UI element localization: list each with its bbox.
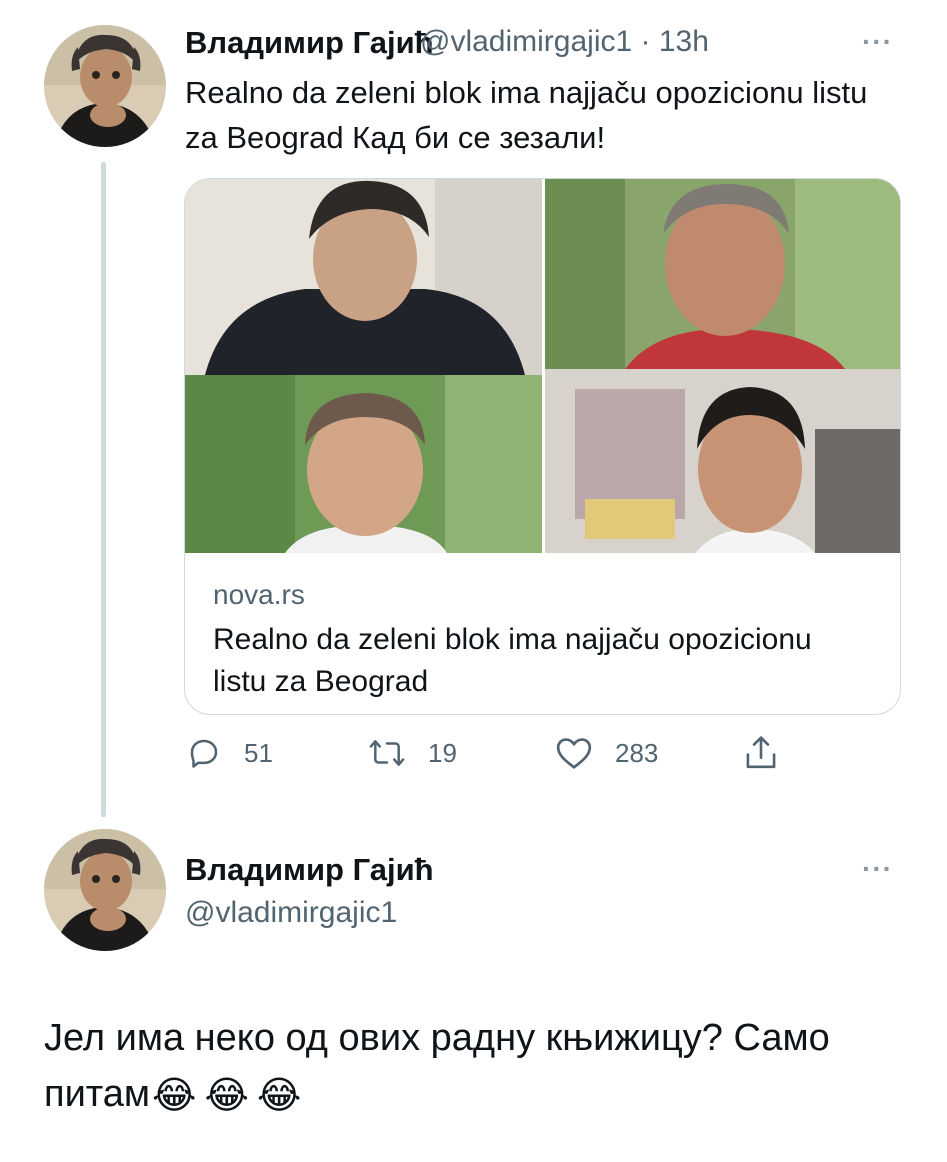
retweet-icon <box>369 740 405 766</box>
reply-count: 51 <box>244 737 273 768</box>
author-name[interactable]: Владимир Гајић <box>185 25 434 61</box>
retweet-count: 19 <box>428 737 457 768</box>
card-image-person-4 <box>545 369 900 553</box>
author-handle-time[interactable]: @vladimirgajic1 · 13h <box>420 25 709 59</box>
tears-of-joy-emoji: 😂 <box>204 1074 249 1117</box>
reply-author-avatar[interactable] <box>44 829 166 951</box>
tweet-text: Realno da zeleni blok ima najjaču opozic… <box>185 75 868 155</box>
share-icon <box>746 736 776 769</box>
retweet-button[interactable]: 19 <box>368 735 457 771</box>
thread-connector-line <box>101 162 106 817</box>
reply-button[interactable]: 51 <box>186 735 273 771</box>
card-image-person-1 <box>185 179 542 375</box>
like-count: 283 <box>615 737 659 768</box>
reply-author-name[interactable]: Владимир Гајић <box>185 852 434 888</box>
more-horizontal-icon[interactable]: ··· <box>862 853 893 885</box>
reply-icon <box>190 739 218 768</box>
card-image-grid <box>185 179 900 553</box>
like-button[interactable]: 283 <box>555 735 658 771</box>
tears-of-joy-emoji: 😂 <box>152 1074 197 1117</box>
card-image-person-3 <box>185 375 542 553</box>
author-avatar[interactable] <box>44 25 166 147</box>
card-image-person-2 <box>545 179 900 369</box>
share-button[interactable] <box>742 733 780 778</box>
tears-of-joy-emoji: 😂 <box>256 1074 302 1117</box>
card-domain: nova.rs <box>213 579 305 610</box>
link-preview-card[interactable]: nova.rs Realno da zeleni blok ima najjač… <box>184 178 901 715</box>
reply-tweet-text: Јел има неко од ових радну књижицу? Само… <box>44 1010 924 1124</box>
heart-icon <box>556 738 592 769</box>
card-title: Realno da zeleni blok ima najjaču opozic… <box>213 623 812 698</box>
reply-author-handle[interactable]: @vladimirgajic1 <box>185 896 397 930</box>
more-horizontal-icon[interactable]: ··· <box>862 26 893 58</box>
